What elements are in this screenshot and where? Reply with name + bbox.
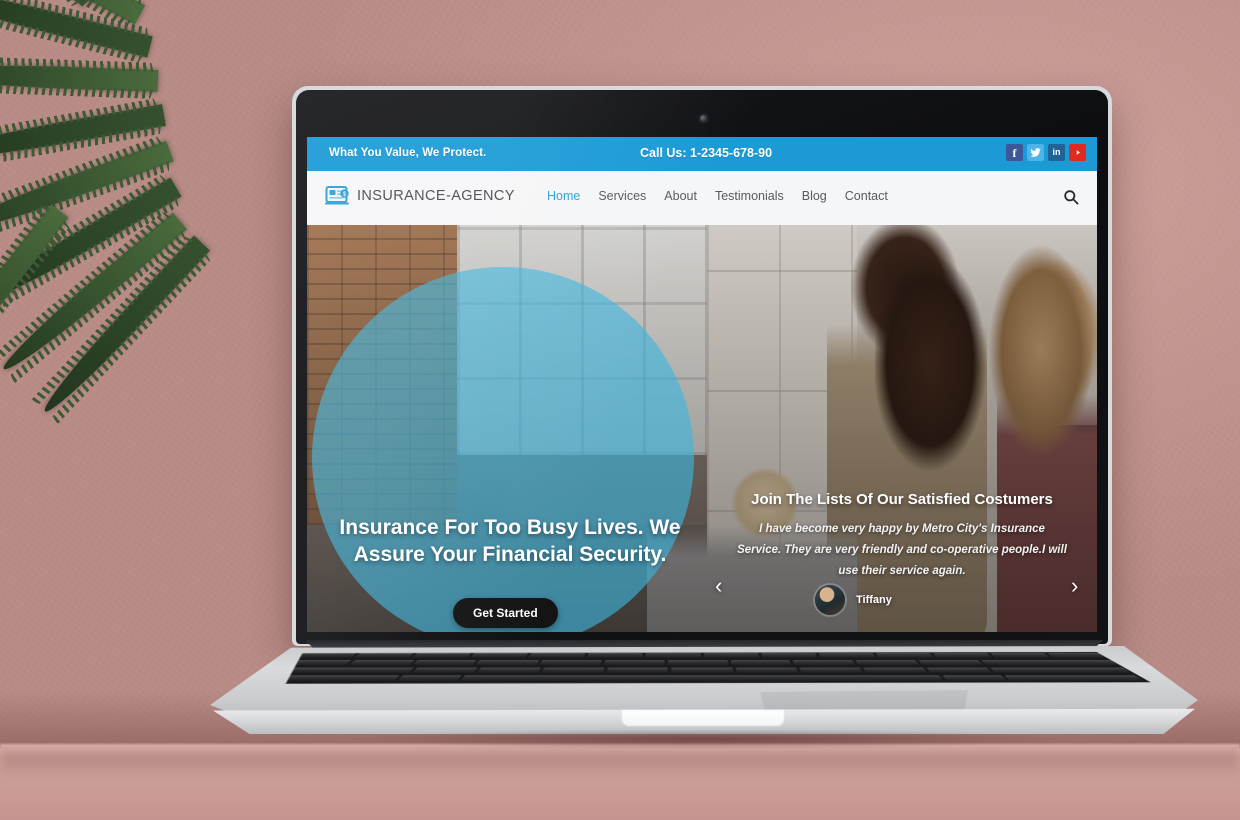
tagline-text: What You Value, We Protect.: [329, 147, 487, 159]
hero-circle-overlay: [312, 267, 694, 632]
carousel-prev-icon[interactable]: ‹: [715, 575, 722, 597]
laptop-drop-shadow: [200, 726, 1210, 752]
nav-links: Home Services About Testimonials Blog Co…: [547, 189, 888, 203]
testimonial-block: Join The Lists Of Our Satisfied Costumer…: [707, 345, 1097, 632]
avatar: [815, 585, 845, 615]
webcam-icon: [700, 115, 707, 122]
laptop-screen: What You Value, We Protect. Call Us: 1-2…: [307, 137, 1097, 632]
laptop-device: What You Value, We Protect. Call Us: 1-2…: [0, 0, 1240, 820]
testimonial-title: Join The Lists Of Our Satisfied Costumer…: [751, 491, 1053, 508]
logo-text: INSURANCE-AGENCY: [357, 188, 515, 204]
insurance-document-icon: $: [325, 184, 351, 208]
laptop-front-notch: [622, 710, 784, 726]
hero-heading: Insurance For Too Busy Lives. We Assure …: [339, 516, 681, 566]
nav-item-services[interactable]: Services: [598, 189, 646, 203]
search-icon[interactable]: [1063, 189, 1079, 205]
nav-item-about[interactable]: About: [664, 189, 697, 203]
testimonial-author: Tiffany: [815, 585, 892, 615]
testimonial-quote: I have become very happy by Metro City's…: [737, 523, 1067, 577]
hero-section: Insurance For Too Busy Lives. We Assure …: [307, 225, 1097, 632]
laptop-keyboard[interactable]: [248, 652, 1157, 684]
get-started-button[interactable]: Get Started: [453, 598, 558, 628]
carousel-next-icon[interactable]: ›: [1071, 575, 1078, 597]
nav-item-contact[interactable]: Contact: [845, 189, 888, 203]
site-topbar: What You Value, We Protect. Call Us: 1-2…: [307, 137, 1097, 171]
social-links: f in: [1006, 144, 1086, 161]
facebook-icon[interactable]: f: [1006, 144, 1023, 161]
site-navbar: $ INSURANCE-AGENCY Home Services About T…: [307, 171, 1097, 225]
nav-item-testimonials[interactable]: Testimonials: [715, 189, 784, 203]
nav-item-home[interactable]: Home: [547, 189, 580, 203]
site-logo[interactable]: $ INSURANCE-AGENCY: [325, 184, 515, 208]
twitter-icon[interactable]: [1027, 144, 1044, 161]
nav-item-blog[interactable]: Blog: [802, 189, 827, 203]
linkedin-icon[interactable]: in: [1048, 144, 1065, 161]
youtube-icon[interactable]: [1069, 144, 1086, 161]
phone-number[interactable]: Call Us: 1-2345-678-90: [640, 146, 772, 160]
author-name: Tiffany: [856, 594, 892, 606]
